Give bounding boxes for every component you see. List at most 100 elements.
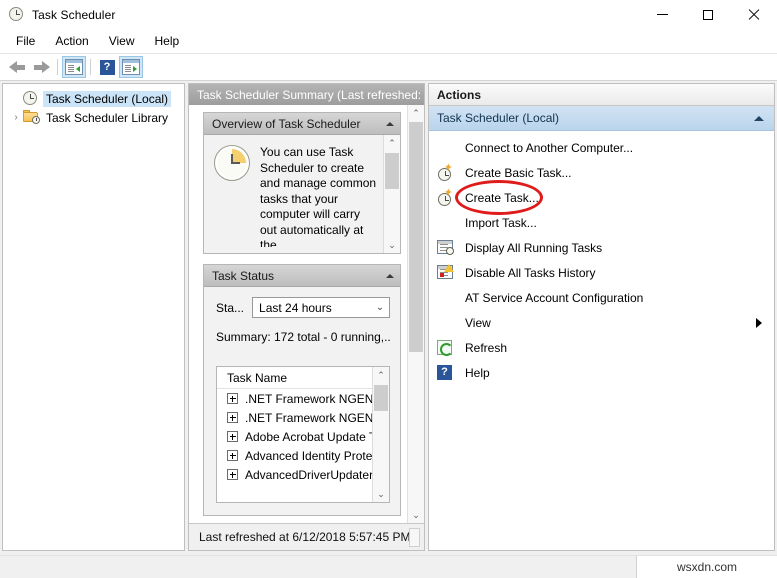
action-label: Disable All Tasks History (465, 265, 596, 280)
task-list-scrollbar[interactable]: ⌃ ⌄ (372, 367, 389, 502)
clock-icon (214, 145, 250, 181)
task-status-summary: Summary: 172 total - 0 running,... (216, 330, 390, 344)
action-create-task[interactable]: ✦ Create Task... (429, 185, 774, 210)
expand-plus-icon[interactable] (227, 431, 238, 442)
action-pane-icon (122, 59, 140, 75)
summary-pane: Task Scheduler Summary (Last refreshed: … (188, 83, 425, 551)
show-hide-tree-button[interactable] (62, 56, 86, 78)
console-tree-icon (65, 59, 83, 75)
action-disable-all-tasks-history[interactable]: Disable All Tasks History (429, 260, 774, 285)
action-at-service-account-configuration[interactable]: AT Service Account Configuration (429, 285, 774, 310)
status-period-value: Last 24 hours (259, 300, 332, 315)
action-create-basic-task[interactable]: ✦ Create Basic Task... (429, 160, 774, 185)
back-button[interactable] (5, 56, 29, 78)
overview-group: Overview of Task Scheduler You can use T… (203, 112, 401, 254)
overview-group-body: You can use Task Scheduler to create and… (204, 135, 400, 253)
list-item[interactable]: Adobe Acrobat Update Tas (217, 427, 388, 446)
action-label: Help (465, 365, 490, 380)
minimize-button[interactable] (639, 0, 685, 29)
scroll-down-icon[interactable]: ⌄ (408, 507, 424, 523)
list-item[interactable]: .NET Framework NGEN v4. (217, 389, 389, 408)
help-icon: ? (99, 59, 115, 75)
overview-text: You can use Task Scheduler to create and… (260, 145, 377, 247)
action-label: Connect to Another Computer... (465, 140, 634, 155)
overview-group-header[interactable]: Overview of Task Scheduler (204, 113, 400, 135)
scrollbar-thumb[interactable] (385, 153, 399, 189)
scroll-down-icon[interactable]: ⌄ (373, 486, 389, 502)
scrollbar-thumb[interactable] (374, 385, 388, 411)
submenu-arrow-icon (756, 317, 762, 328)
action-connect-to-another-computer[interactable]: Connect to Another Computer... (429, 135, 774, 160)
actions-group-title: Task Scheduler (Local) (437, 111, 560, 125)
expand-plus-icon[interactable] (227, 469, 238, 480)
scroll-down-icon[interactable]: ⌄ (384, 237, 400, 253)
menu-help[interactable]: Help (145, 31, 190, 51)
action-label: Import Task... (465, 215, 537, 230)
toolbar-separator-2 (90, 59, 91, 75)
chevron-up-icon[interactable] (386, 121, 394, 126)
task-name-column-header[interactable]: Task Name (217, 367, 372, 389)
tree-expand-chevron-icon[interactable]: › (9, 112, 23, 123)
watermark: wsxdn.com (636, 556, 777, 578)
help-button[interactable]: ? (95, 56, 119, 78)
overview-group-title: Overview of Task Scheduler (212, 116, 361, 131)
tree-item-task-scheduler-local[interactable]: Task Scheduler (Local) (3, 89, 184, 108)
tree-item-task-scheduler-library[interactable]: › Task Scheduler Library (3, 108, 184, 127)
show-hide-action-pane-button[interactable] (119, 56, 143, 78)
list-item[interactable]: .NET Framework NGEN v4. (217, 408, 389, 427)
no-icon (437, 315, 453, 331)
action-import-task[interactable]: Import Task... (429, 210, 774, 235)
no-icon (437, 215, 453, 231)
actions-pane: Actions Task Scheduler (Local) Connect t… (428, 83, 775, 551)
task-name: Advanced Identity Protecto (245, 448, 389, 463)
expand-plus-icon[interactable] (227, 412, 238, 423)
actions-list: Connect to Another Computer... ✦ Create … (429, 131, 774, 385)
task-name: AdvancedDriverUpdaterRu (245, 467, 389, 482)
maximize-button[interactable] (685, 0, 731, 29)
menu-file[interactable]: File (6, 31, 45, 51)
refresh-icon (437, 339, 453, 356)
summary-pane-scrollbar[interactable]: ⌃ ⌄ (407, 105, 424, 523)
chevron-up-icon[interactable] (754, 115, 764, 121)
scrollbar-thumb[interactable] (409, 122, 423, 352)
list-item[interactable]: Advanced Identity Protecto (217, 446, 388, 465)
expand-plus-icon[interactable] (227, 393, 238, 404)
chevron-up-icon[interactable] (386, 273, 394, 278)
status-period-dropdown[interactable]: Last 24 hours ⌄ (252, 297, 390, 318)
action-display-all-running-tasks[interactable]: Display All Running Tasks (429, 235, 774, 260)
summary-content: Overview of Task Scheduler You can use T… (189, 105, 407, 523)
resize-grip[interactable] (409, 528, 420, 547)
action-label: Refresh (465, 340, 508, 355)
action-label: AT Service Account Configuration (465, 290, 644, 305)
forward-button[interactable] (29, 56, 53, 78)
no-icon (437, 290, 453, 306)
action-label: Create Basic Task... (465, 165, 572, 180)
action-help[interactable]: ? Help (429, 360, 774, 385)
app-clock-icon (9, 6, 25, 23)
action-view[interactable]: View (429, 310, 774, 335)
list-item[interactable]: AdvancedDriverUpdaterRu (217, 465, 388, 484)
status-bar: Last refreshed at 6/12/2018 5:57:45 PM (189, 523, 424, 550)
menu-action[interactable]: Action (45, 31, 98, 51)
window-title: Task Scheduler (32, 7, 116, 22)
overview-scrollbar[interactable]: ⌃ ⌄ (383, 135, 400, 253)
action-label: Create Task... (465, 190, 539, 205)
summary-pane-body: Overview of Task Scheduler You can use T… (189, 105, 424, 523)
actions-group-header[interactable]: Task Scheduler (Local) (429, 106, 774, 131)
task-status-group-header[interactable]: Task Status (204, 265, 400, 287)
title-bar: Task Scheduler (0, 0, 777, 29)
tree-item-label: Task Scheduler Library (46, 110, 169, 125)
task-name-list: Task Name .NET Framework NGEN v4. .NET F… (216, 366, 390, 503)
task-status-group-title: Task Status (212, 268, 275, 283)
close-button[interactable] (731, 0, 777, 29)
action-label: Display All Running Tasks (465, 240, 603, 255)
actions-pane-title: Actions (429, 84, 774, 106)
action-refresh[interactable]: Refresh (429, 335, 774, 360)
scroll-up-icon[interactable]: ⌃ (408, 105, 424, 121)
scroll-up-icon[interactable]: ⌃ (373, 367, 389, 383)
toolbar: ? (0, 54, 777, 81)
chevron-down-icon[interactable]: ⌄ (371, 302, 389, 313)
scroll-up-icon[interactable]: ⌃ (384, 135, 400, 151)
expand-plus-icon[interactable] (227, 450, 238, 461)
menu-view[interactable]: View (99, 31, 145, 51)
